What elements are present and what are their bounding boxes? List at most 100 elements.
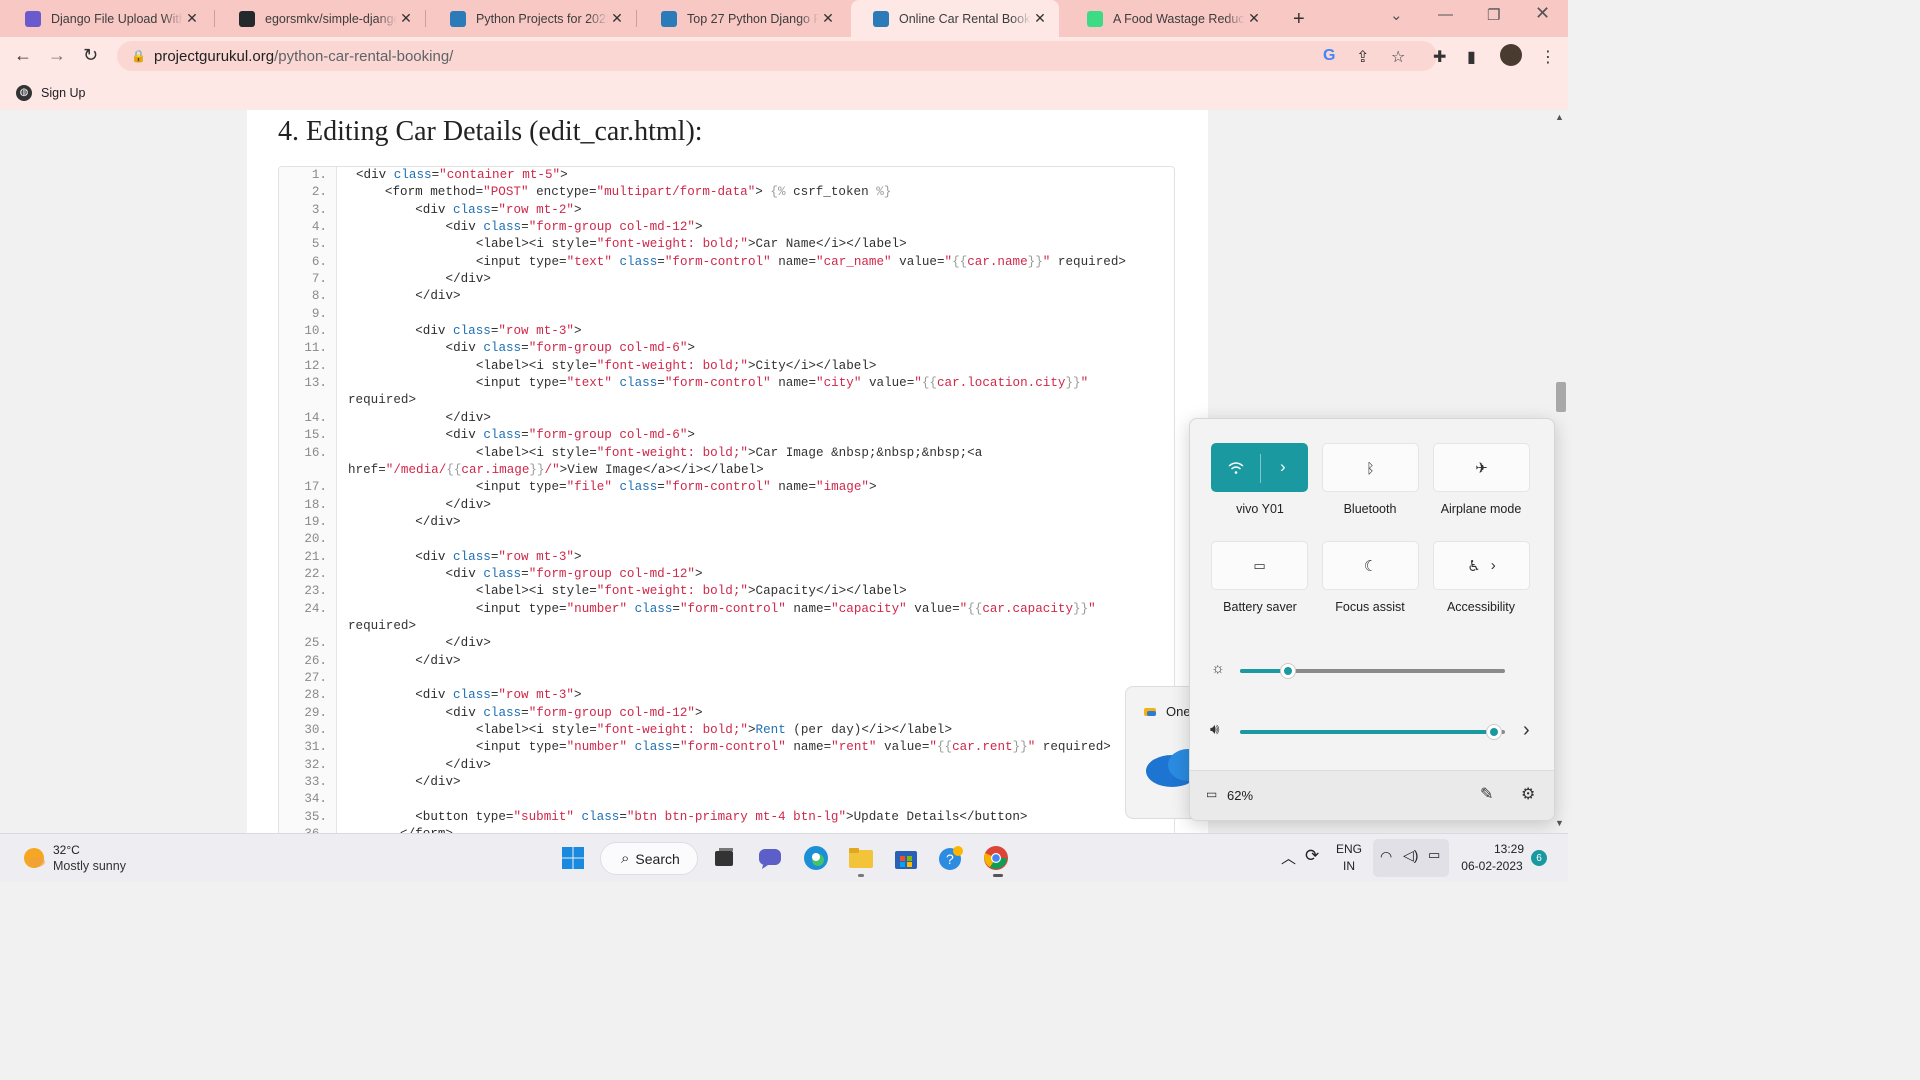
volume-slider-knob[interactable]	[1486, 724, 1503, 740]
folder-icon	[849, 848, 873, 868]
code-text: <div class="container mt-5">	[356, 168, 568, 182]
get-help-button[interactable]: ?	[936, 843, 966, 873]
code-line: required>	[279, 618, 1174, 635]
focus-assist-toggle[interactable]: ☾	[1322, 541, 1419, 590]
code-text: <input type="number" class="form-control…	[475, 601, 1096, 616]
windows-logo-icon	[562, 847, 584, 869]
accessibility-toggle[interactable]: ♿ ›	[1433, 541, 1530, 590]
close-tab-icon[interactable]: ✕	[608, 10, 626, 27]
code-line: 23. <label><i style="font-weight: bold;">…	[279, 583, 1174, 600]
browser-tab[interactable]: egorsmkv/simple-django-lc✕	[217, 0, 425, 37]
line-number: 31.	[304, 740, 327, 755]
sun-cloud-icon[interactable]	[22, 846, 46, 870]
accessibility-icon: ♿	[1467, 557, 1481, 575]
bookmark-star-icon[interactable]: ☆	[1391, 47, 1405, 67]
task-view-button[interactable]	[709, 843, 739, 873]
brightness-slider[interactable]	[1240, 663, 1505, 679]
code-text: </form>	[400, 826, 453, 833]
scroll-down-arrow-icon[interactable]: ▼	[1555, 818, 1564, 828]
file-explorer-button[interactable]	[846, 843, 876, 873]
maximize-button[interactable]: ❐	[1487, 6, 1500, 24]
code-line: 2. <form method="POST" enctype="multipart…	[279, 184, 1174, 201]
line-number: 3.	[311, 202, 327, 217]
extensions-icon[interactable]: ✚	[1433, 47, 1446, 67]
forward-button[interactable]: →	[48, 45, 66, 66]
chrome-button[interactable]	[981, 843, 1011, 873]
close-window-button[interactable]: ✕	[1535, 3, 1550, 24]
language-top[interactable]: ENG	[1336, 842, 1362, 856]
wifi-toggle[interactable]: ›	[1211, 443, 1308, 492]
browser-tab[interactable]: Top 27 Python Django Proje✕	[639, 0, 847, 37]
code-text: </div>	[415, 289, 461, 304]
code-line: 11. <div class="form-group col-md-6">	[279, 340, 1174, 357]
tab-search-icon[interactable]: ⌄	[1390, 6, 1403, 24]
line-number: 4.	[311, 220, 327, 235]
reload-button[interactable]: ↻	[83, 45, 98, 66]
address-bar[interactable]: 🔒 projectgurukul.org/python-car-rental-b…	[117, 41, 1437, 71]
minimize-button[interactable]: —	[1438, 6, 1453, 23]
back-button[interactable]: ←	[14, 45, 32, 66]
close-tab-icon[interactable]: ✕	[1245, 10, 1263, 27]
sync-icon[interactable]: ⟳	[1305, 846, 1319, 866]
clock-date[interactable]: 06-02-2023	[1456, 859, 1528, 873]
code-line: 6. <input type="text" class="form-control…	[279, 254, 1174, 271]
code-block: 1. <div class="container mt-5"> 2. <form me…	[278, 166, 1175, 833]
scrollbar-thumb[interactable]	[1556, 382, 1566, 412]
line-number: 16.	[304, 445, 327, 460]
line-number: 7.	[311, 272, 327, 287]
battery-saver-toggle[interactable]: ▭	[1211, 541, 1308, 590]
code-line: 30. <label><i style="font-weight: bold;">…	[279, 722, 1174, 739]
close-tab-icon[interactable]: ✕	[183, 10, 201, 27]
language-bottom[interactable]: IN	[1343, 859, 1355, 873]
edit-pencil-icon[interactable]: ✎	[1480, 784, 1493, 804]
clock-time[interactable]: 13:29	[1489, 842, 1529, 856]
settings-gear-icon[interactable]: ⚙	[1521, 784, 1535, 804]
show-hidden-icons-chevron-icon[interactable]: ︿	[1281, 847, 1296, 868]
code-text: <input type="text" class="form-control" …	[475, 376, 1089, 391]
airplane-mode-toggle[interactable]: ✈	[1433, 443, 1530, 492]
share-icon[interactable]: ⇪	[1356, 47, 1369, 67]
brightness-slider-knob[interactable]	[1279, 663, 1296, 679]
bookmark-sign-up[interactable]: Sign Up	[41, 86, 85, 100]
close-tab-icon[interactable]: ✕	[819, 10, 837, 27]
new-tab-button[interactable]: +	[1293, 8, 1305, 31]
taskbar-search[interactable]: ⌕ Search	[600, 842, 698, 875]
browser-tab[interactable]: Online Car Rental Booking✕	[851, 0, 1059, 37]
bluetooth-toggle[interactable]: ᛒ	[1322, 443, 1419, 492]
battery-icon: ▭	[1206, 787, 1218, 801]
weather-description[interactable]: Mostly sunny	[53, 859, 126, 873]
chevron-right-icon[interactable]: ›	[1280, 457, 1286, 477]
onedrive-small-icon	[1144, 708, 1156, 716]
close-tab-icon[interactable]: ✕	[397, 10, 415, 27]
teams-chat-button[interactable]	[755, 843, 785, 873]
audio-output-chevron-icon[interactable]: ›	[1523, 719, 1530, 742]
wifi-icon	[1228, 462, 1244, 474]
edge-browser-button[interactable]	[801, 843, 831, 873]
line-number: 35.	[304, 809, 327, 824]
side-panel-icon[interactable]: ▮	[1467, 47, 1476, 67]
profile-avatar[interactable]	[1500, 44, 1522, 66]
line-number: 28.	[304, 688, 327, 703]
volume-slider[interactable]	[1240, 724, 1505, 740]
code-text: <div class="form-group col-md-12">	[445, 220, 703, 235]
close-tab-icon[interactable]: ✕	[1031, 10, 1049, 27]
article: 4. Editing Car Details (edit_car.html): …	[247, 110, 1208, 833]
google-icon[interactable]: G	[1323, 47, 1335, 65]
line-number: 18.	[304, 497, 327, 512]
notification-badge[interactable]: 6	[1531, 850, 1547, 866]
tab-separator	[214, 10, 215, 27]
line-number: 24.	[304, 601, 327, 616]
battery-percentage[interactable]: 62%	[1227, 788, 1253, 803]
browser-tab[interactable]: A Food Wastage Reduction✕	[1065, 0, 1273, 37]
start-button[interactable]	[558, 843, 588, 873]
airplane-icon: ✈	[1475, 459, 1488, 477]
code-line: href="/media/{{car.image}}/">View Image<…	[279, 462, 1174, 479]
menu-icon[interactable]: ⋮	[1540, 47, 1556, 67]
scroll-up-arrow-icon[interactable]: ▲	[1555, 112, 1564, 122]
code-line: 29. <div class="form-group col-md-12">	[279, 705, 1174, 722]
browser-tab[interactable]: Django File Upload With Sc✕	[3, 0, 211, 37]
tab-title: egorsmkv/simple-django-lc	[265, 11, 397, 26]
microsoft-store-button[interactable]	[891, 843, 921, 873]
browser-tab[interactable]: Python Projects for 2023 – \✕	[428, 0, 636, 37]
temperature[interactable]: 32°C	[53, 843, 80, 857]
